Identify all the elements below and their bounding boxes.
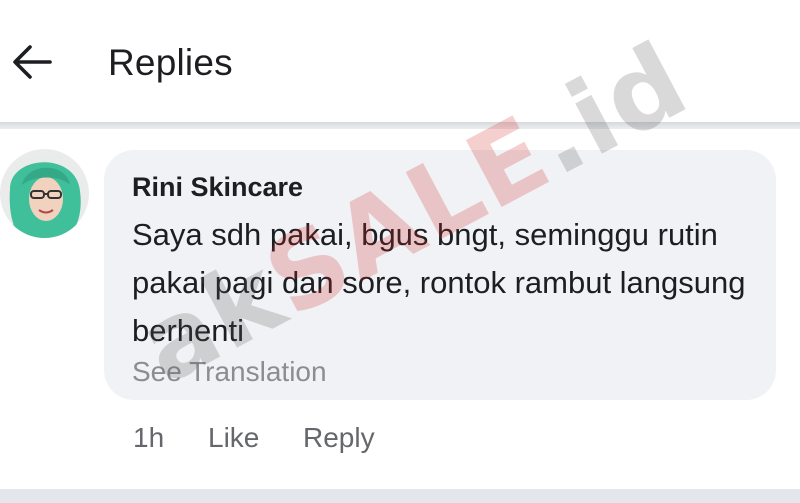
like-button[interactable]: Like	[208, 420, 259, 456]
avatar-image	[0, 149, 89, 238]
bottom-divider	[0, 489, 800, 503]
comment-author[interactable]: Rini Skincare	[132, 170, 303, 204]
reply-button[interactable]: Reply	[303, 420, 375, 456]
comment-bubble: Rini Skincare Saya sdh pakai, bgus bngt,…	[104, 150, 776, 400]
comment-text: Saya sdh pakai, bgus bngt, seminggu ruti…	[132, 217, 746, 348]
back-button[interactable]	[10, 42, 54, 82]
arrow-left-icon	[13, 45, 52, 79]
user-avatar[interactable]	[0, 149, 89, 238]
see-translation-link[interactable]: See Translation	[132, 355, 327, 389]
app-header: Replies	[0, 0, 800, 122]
page-title: Replies	[108, 42, 233, 83]
comment-timestamp: 1h	[133, 422, 165, 453]
header-divider	[0, 122, 800, 129]
